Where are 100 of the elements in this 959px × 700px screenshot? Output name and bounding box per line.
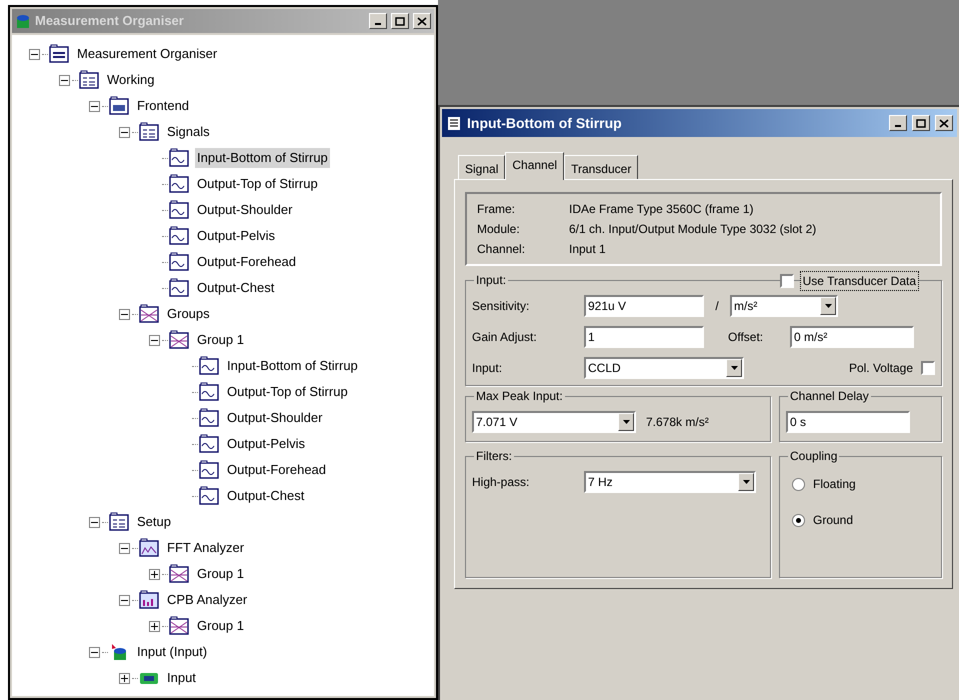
field-label: Offset: [728,329,764,346]
tree-item[interactable]: Output-Shoulder [225,408,324,428]
tree-item[interactable]: Input-Bottom of Stirrup [195,148,330,168]
collapse-toggle[interactable] [148,334,160,346]
waveform-icon [168,174,190,194]
group-title: Channel Delay [788,388,871,404]
minimize-button[interactable] [369,13,387,29]
tree-item[interactable]: Input [165,668,198,688]
tree-item[interactable]: Output-Shoulder [195,200,294,220]
dropdown-arrow-icon [730,366,738,370]
collapse-toggle[interactable] [88,516,100,528]
waveform-icon [198,408,220,428]
waveform-icon [198,382,220,402]
waveform-icon [168,148,190,168]
field-label: Sensitivity: [472,298,530,315]
list-folder-icon [78,70,100,90]
group-title: Coupling [788,448,840,464]
tree-item[interactable]: Signals [165,122,212,142]
checkbox-label[interactable]: Use Transducer Data [800,271,919,291]
collapse-toggle[interactable] [28,48,40,60]
info-label: Frame: [477,201,516,218]
waveform-icon [168,278,190,298]
tree-item[interactable]: Output-Chest [195,278,276,298]
tree-item[interactable]: Group 1 [195,564,246,584]
tab[interactable]: Transducer [564,155,638,179]
crosshatch-folder-icon [168,564,190,584]
channel-delay-field[interactable]: 0 s [786,411,910,433]
dropdown-arrow-icon [622,420,630,424]
tree-item[interactable]: Output-Pelvis [225,434,308,454]
collapse-toggle[interactable] [118,126,130,138]
list-folder-icon [138,122,160,142]
tree-item[interactable]: Groups [165,304,212,324]
sensitivity-field[interactable]: 921u V [584,295,704,317]
max-peak-dropdown[interactable]: 7.071 V [472,411,636,433]
tab[interactable]: Channel [505,152,564,180]
tree-item[interactable]: Input-Bottom of Stirrup [225,356,360,376]
radio-label[interactable]: Ground [813,511,854,529]
crosshatch-folder-icon [168,616,190,636]
close-button[interactable] [413,13,431,29]
tree-item[interactable]: Output-Chest [225,486,306,506]
expand-toggle[interactable] [148,568,160,580]
window-title: Input-Bottom of Stirrup [467,114,623,133]
tree-item[interactable]: Output-Top of Stirrup [225,382,350,402]
minimize-icon [895,125,901,127]
separator-text: / [714,298,720,315]
tree-item[interactable]: FFT Analyzer [165,538,246,558]
tree-item[interactable]: Frontend [135,96,192,116]
field-label: Input: [472,360,504,377]
spectrum-icon [138,538,160,558]
waveform-icon [198,434,220,454]
minimize-button[interactable] [889,115,907,131]
input-dropdown[interactable]: CCLD [584,357,744,379]
tree-item[interactable]: Output-Forehead [195,252,298,272]
high-pass-dropdown[interactable]: 7 Hz [584,471,756,493]
info-value: Input 1 [569,241,606,258]
tree-item[interactable]: Input (Input) [135,642,210,662]
tree-item[interactable]: Group 1 [195,616,246,636]
waveform-icon [198,356,220,376]
waveform-icon [198,486,220,506]
maximize-button[interactable] [391,13,409,29]
collapse-toggle[interactable] [118,308,130,320]
expand-toggle[interactable] [148,620,160,632]
close-icon [938,118,950,128]
minimize-icon [375,23,381,25]
offset-field[interactable]: 0 m/s² [790,326,914,348]
checkbox-label[interactable]: Pol. Voltage [848,359,913,377]
crosshatch-folder-icon [168,330,190,350]
tree-item[interactable]: Group 1 [195,330,246,350]
checkbox[interactable] [921,361,935,375]
radio-label[interactable]: Floating [813,475,856,493]
tree-item[interactable]: Setup [135,512,173,532]
tree-item[interactable]: CPB Analyzer [165,590,250,610]
info-value: 6/1 ch. Input/Output Module Type 3032 (slot 2) [569,221,816,238]
tree-item[interactable]: Measurement Organiser [75,44,220,64]
collapse-toggle[interactable] [88,100,100,112]
collapse-toggle[interactable] [118,542,130,554]
close-button[interactable] [935,115,953,131]
window-title: Measurement Organiser [35,12,185,30]
maximize-icon [394,16,406,26]
tree-item[interactable]: Output-Pelvis [195,226,278,246]
plus-icon [150,622,158,630]
collapse-toggle[interactable] [58,74,70,86]
stacked-folder-icon [48,44,70,64]
list-folder-icon [108,512,130,532]
waveform-icon [168,226,190,246]
waveform-icon [198,460,220,480]
expand-toggle[interactable] [118,672,130,684]
radio-button[interactable] [792,478,805,490]
tab[interactable]: Signal [458,155,506,179]
tree-item[interactable]: Output-Forehead [225,460,328,480]
gain-field[interactable]: 1 [584,326,704,348]
tree-item[interactable]: Working [105,70,156,90]
checkbox[interactable] [780,274,794,288]
radio-button[interactable] [792,514,805,526]
maximize-button[interactable] [912,115,930,131]
unit-dropdown[interactable]: m/s² [730,295,838,317]
collapse-toggle[interactable] [118,594,130,606]
tree-item[interactable]: Output-Top of Stirrup [195,174,320,194]
info-label: Module: [477,221,521,238]
collapse-toggle[interactable] [88,646,100,658]
